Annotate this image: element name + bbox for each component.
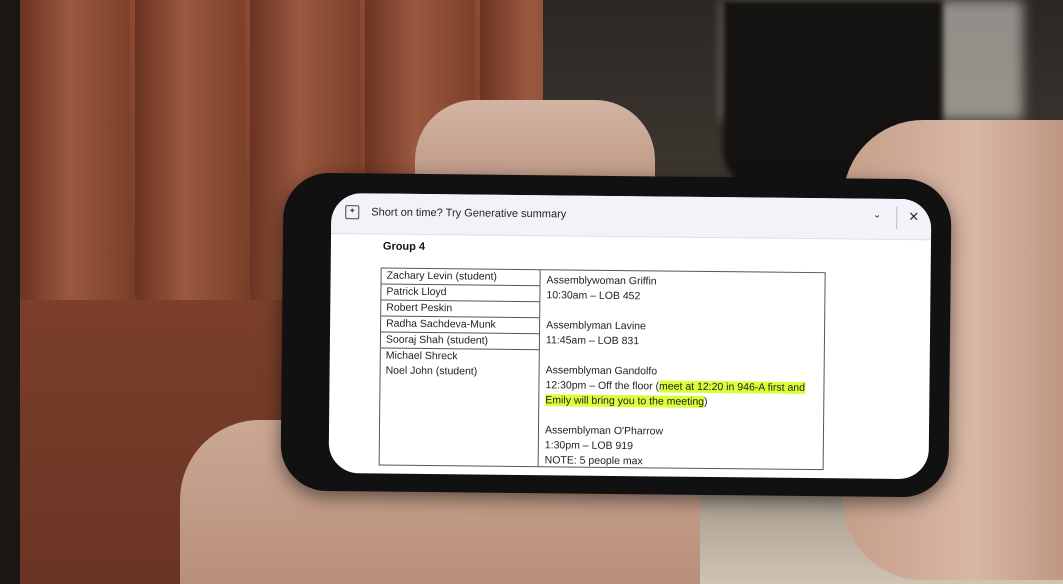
member-name: Noel John (student)	[385, 364, 478, 378]
banner-title[interactable]: Short on time? Try Generative summary	[371, 206, 566, 220]
group-heading: Group 4	[382, 240, 426, 253]
schedule-table: Zachary Levin (student) Patrick Lloyd Ro…	[378, 267, 826, 471]
member-name: Radha Sachdeva-Munk	[381, 316, 540, 335]
member-name: Zachary Levin (student)	[381, 268, 540, 287]
meetings-column: Assemblywoman Griffin 10:30am – LOB 452 …	[539, 270, 825, 469]
meeting-block: Assemblyman Lavine 11:45am – LOB 831	[546, 318, 818, 351]
generative-summary-icon[interactable]: ✦	[345, 205, 360, 220]
screen-glare	[720, 247, 735, 254]
chevron-down-icon[interactable]: ⌄	[873, 210, 882, 221]
meeting-time: 11:45am – LOB 831	[545, 334, 640, 348]
meeting-time: 12:30pm – Off the floor (meet at 12:20 i…	[545, 378, 817, 411]
time-prefix: 12:30pm – Off the floor (	[545, 379, 660, 393]
meeting-block: Assemblyman O'Pharrow 1:30pm – LOB 919 N…	[545, 423, 817, 471]
close-icon[interactable]: ✕	[908, 209, 919, 225]
meeting-block: Assemblyman Gandolfo 12:30pm – Off the f…	[545, 363, 817, 411]
divider	[896, 206, 898, 229]
phone-screen: ✦ Short on time? Try Generative summary …	[328, 193, 932, 480]
meeting-block: Assemblywoman Griffin 10:30am – LOB 452	[546, 273, 818, 306]
phone: ✦ Short on time? Try Generative summary …	[280, 172, 952, 498]
members-column: Zachary Levin (student) Patrick Lloyd Ro…	[379, 268, 541, 467]
meeting-note: NOTE: 5 people max	[544, 454, 643, 468]
member-name: Robert Peskin	[381, 300, 540, 319]
member-name: Sooraj Shah (student)	[380, 332, 540, 351]
time-suffix: )	[703, 395, 708, 408]
summary-banner: ✦ Short on time? Try Generative summary …	[331, 193, 932, 241]
member-name: Patrick Lloyd	[381, 284, 540, 303]
member-name: Michael Shreck	[385, 349, 458, 363]
meeting-time: 10:30am – LOB 452	[546, 289, 641, 303]
